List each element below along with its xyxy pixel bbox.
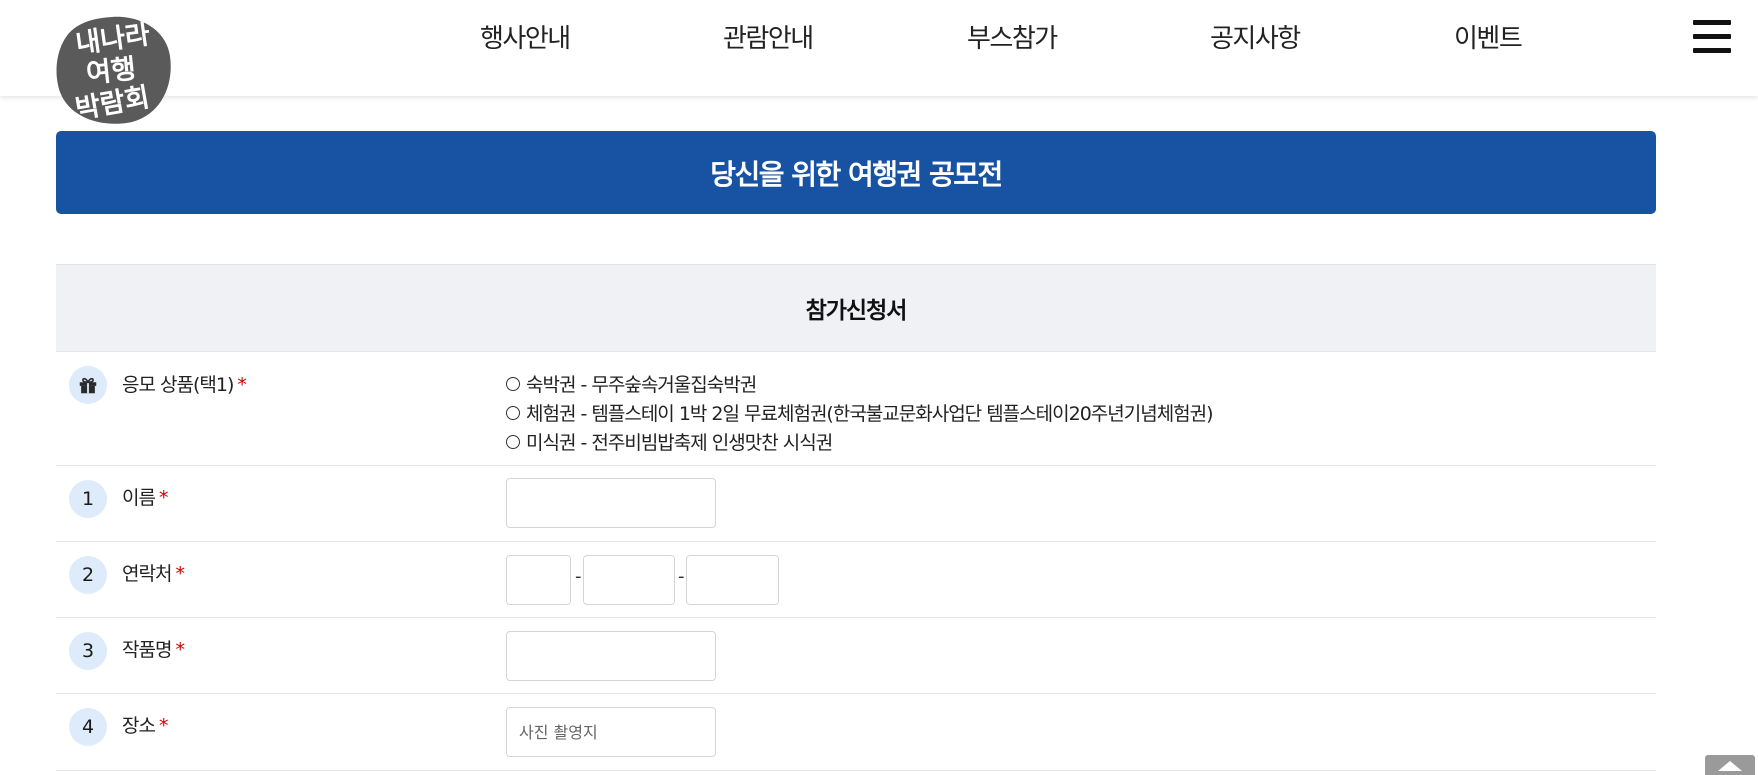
row-number-badge: 2 (69, 556, 107, 594)
form-row-phone: 2 연락처 * - - (56, 542, 1656, 618)
arrow-up-icon[interactable] (1705, 755, 1755, 775)
required-mark: * (175, 563, 184, 585)
phone-label: 연락처 * (122, 559, 185, 586)
phone-part-2-input[interactable] (583, 555, 675, 605)
hamburger-menu-icon[interactable] (1693, 20, 1731, 53)
prize-option-lodging[interactable]: 숙박권 - 무주숲속거울집숙박권 (506, 370, 757, 397)
row-number-badge: 4 (69, 708, 107, 746)
prize-option-dining-label: 미식권 - 전주비빔밥축제 인생맛찬 시식권 (526, 432, 833, 454)
row-number-badge: 1 (69, 480, 107, 518)
nav-item-events[interactable]: 이벤트 (1454, 18, 1523, 55)
phone-separator: - (678, 566, 685, 587)
required-mark: * (175, 639, 184, 661)
form-row-location: 4 장소 * (56, 694, 1656, 771)
prize-option-dining[interactable]: 미식권 - 전주비빔밥축제 인생맛찬 시식권 (506, 428, 833, 455)
phone-part-3-input[interactable] (686, 555, 779, 605)
phone-label-text: 연락처 (122, 563, 172, 585)
radio-button[interactable] (506, 405, 520, 420)
prize-label-text: 응모 상품(택1) (122, 374, 234, 396)
nav-item-notices[interactable]: 공지사항 (1210, 18, 1301, 55)
form-row-work-title: 3 작품명 * (56, 618, 1656, 694)
form-row-name: 1 이름 * (56, 466, 1656, 542)
site-logo[interactable]: 내나라 여행 박람회 (54, 14, 174, 126)
name-label: 이름 * (122, 483, 168, 510)
site-header: 행사안내 관람안내 부스참가 공지사항 이벤트 (0, 0, 1758, 96)
prize-option-experience[interactable]: 체험권 - 템플스테이 1박 2일 무료체험권(한국불교문화사업단 템플스테이2… (506, 399, 1214, 426)
page-title: 당신을 위한 여행권 공모전 (710, 157, 1003, 191)
prize-option-experience-label: 체험권 - 템플스테이 1박 2일 무료체험권(한국불교문화사업단 템플스테이2… (526, 403, 1214, 425)
required-mark: * (158, 487, 168, 509)
radio-button[interactable] (506, 376, 520, 391)
work-title-input[interactable] (506, 631, 716, 681)
nav-item-booth[interactable]: 부스참가 (967, 18, 1058, 55)
nav-item-visit-info[interactable]: 관람안내 (723, 18, 814, 55)
form-row-prize: 응모 상품(택1) * 숙박권 - 무주숲속거울집숙박권 체험권 - 템플스테이 … (56, 352, 1656, 466)
row-number-badge: 3 (69, 632, 107, 670)
gift-icon (69, 366, 107, 404)
work-title-label: 작품명 * (122, 635, 185, 662)
nav-item-event-info[interactable]: 행사안내 (480, 18, 571, 55)
required-mark: * (237, 374, 246, 396)
location-label-text: 장소 (122, 715, 156, 737)
main-nav: 행사안내 관람안내 부스참가 공지사항 이벤트 (0, 18, 1758, 58)
logo-emblem: 내나라 여행 박람회 (56, 16, 171, 125)
name-input[interactable] (506, 478, 716, 528)
page-banner: 당신을 위한 여행권 공모전 (56, 131, 1656, 214)
location-input[interactable] (506, 707, 716, 757)
form-header: 참가신청서 (56, 264, 1656, 352)
form-title: 참가신청서 (805, 298, 908, 324)
phone-separator: - (575, 566, 582, 587)
radio-button[interactable] (506, 434, 520, 449)
phone-part-1-input[interactable] (506, 555, 571, 605)
name-label-text: 이름 (122, 487, 156, 509)
work-title-label-text: 작품명 (122, 639, 172, 661)
prize-label: 응모 상품(택1) * (122, 370, 247, 397)
location-label: 장소 * (122, 711, 168, 738)
prize-option-lodging-label: 숙박권 - 무주숲속거울집숙박권 (526, 374, 757, 396)
required-mark: * (158, 715, 168, 737)
